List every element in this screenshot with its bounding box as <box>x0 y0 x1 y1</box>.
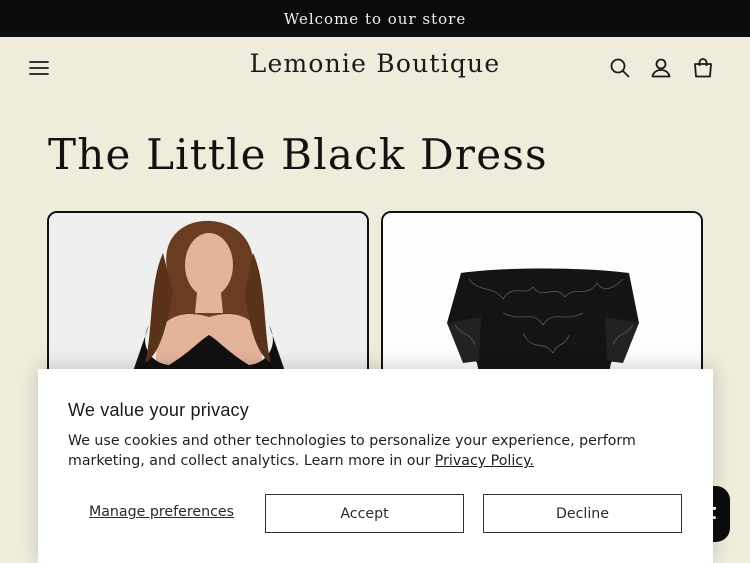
brand-logo: Lemonie Boutique <box>0 49 750 78</box>
cart-icon <box>694 58 712 78</box>
search-icon <box>610 58 630 78</box>
account-button[interactable] <box>648 55 674 81</box>
announcement-bar: Welcome to our store <box>0 0 750 37</box>
accept-button[interactable]: Accept <box>265 494 464 533</box>
cart-button[interactable] <box>690 55 716 81</box>
manage-preferences-link[interactable]: Manage preferences <box>89 504 234 520</box>
privacy-description: We use cookies and other technologies to… <box>68 431 678 471</box>
search-button[interactable] <box>607 55 633 81</box>
page-title: The Little Black Dress <box>48 130 548 179</box>
announcement-text: Welcome to our store <box>283 9 467 28</box>
account-icon <box>651 58 671 78</box>
brand-link[interactable]: Lemonie Boutique <box>250 49 501 78</box>
privacy-body: We use cookies and other technologies to… <box>68 433 636 469</box>
privacy-banner: We value your privacy We use cookies and… <box>38 369 713 563</box>
decline-button[interactable]: Decline <box>483 494 682 533</box>
site-header: Lemonie Boutique <box>0 37 750 99</box>
privacy-policy-link[interactable]: Privacy Policy. <box>435 453 534 469</box>
privacy-title: We value your privacy <box>68 400 249 420</box>
